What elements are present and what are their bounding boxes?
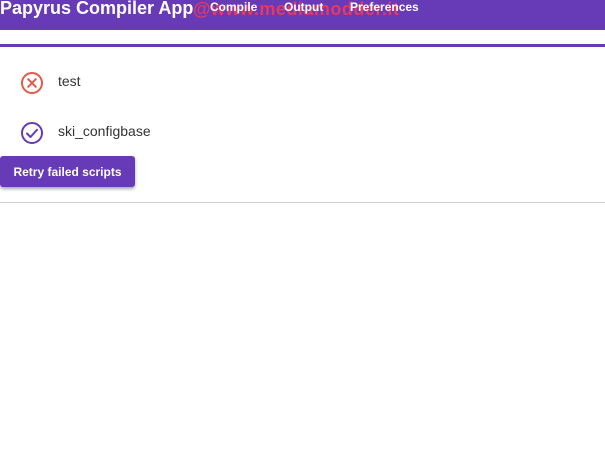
tab-compile[interactable]: Compile xyxy=(210,0,257,14)
script-name: test xyxy=(58,73,81,89)
accent-divider xyxy=(0,44,605,47)
script-list-item-ski-configbase: ski_configbase xyxy=(0,113,605,153)
tab-output[interactable]: Output xyxy=(284,0,323,14)
retry-failed-scripts-button[interactable]: Retry failed scripts xyxy=(0,156,135,187)
app-title: Papyrus Compiler App xyxy=(0,0,194,18)
x-circle-icon xyxy=(21,72,43,94)
section-divider xyxy=(0,202,605,203)
tab-preferences[interactable]: Preferences xyxy=(350,0,419,14)
app-bar: Papyrus Compiler App @www.mediamodder.it… xyxy=(0,0,605,30)
script-name: ski_configbase xyxy=(58,123,151,139)
script-list-item-test: test xyxy=(0,63,605,103)
check-circle-icon xyxy=(21,122,43,144)
